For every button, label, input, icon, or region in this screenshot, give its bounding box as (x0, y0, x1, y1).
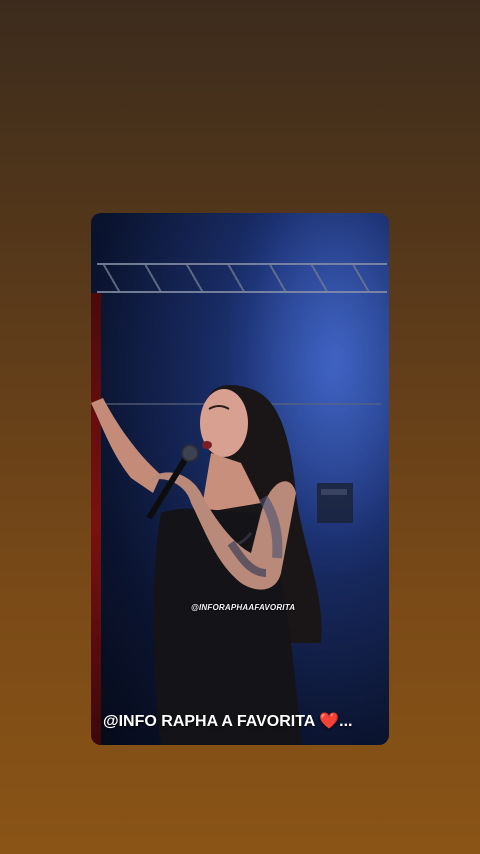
story-viewer: { "story": { "watermark": "@INFORAPHAAFA… (0, 0, 480, 854)
caption-text: @INFO RAPHA A FAVORITA (103, 713, 315, 730)
heart-icon: ❤️ (319, 713, 340, 730)
singer-photo (91, 384, 353, 745)
story-caption[interactable]: @INFO RAPHA A FAVORITA ❤️... (103, 711, 352, 731)
story-media[interactable]: @INFORAPHAAFAVORITA @INFO RAPHA A FAVORI… (91, 213, 389, 745)
watermark: @INFORAPHAAFAVORITA (191, 603, 296, 612)
caption-ellipsis: ... (339, 713, 353, 730)
